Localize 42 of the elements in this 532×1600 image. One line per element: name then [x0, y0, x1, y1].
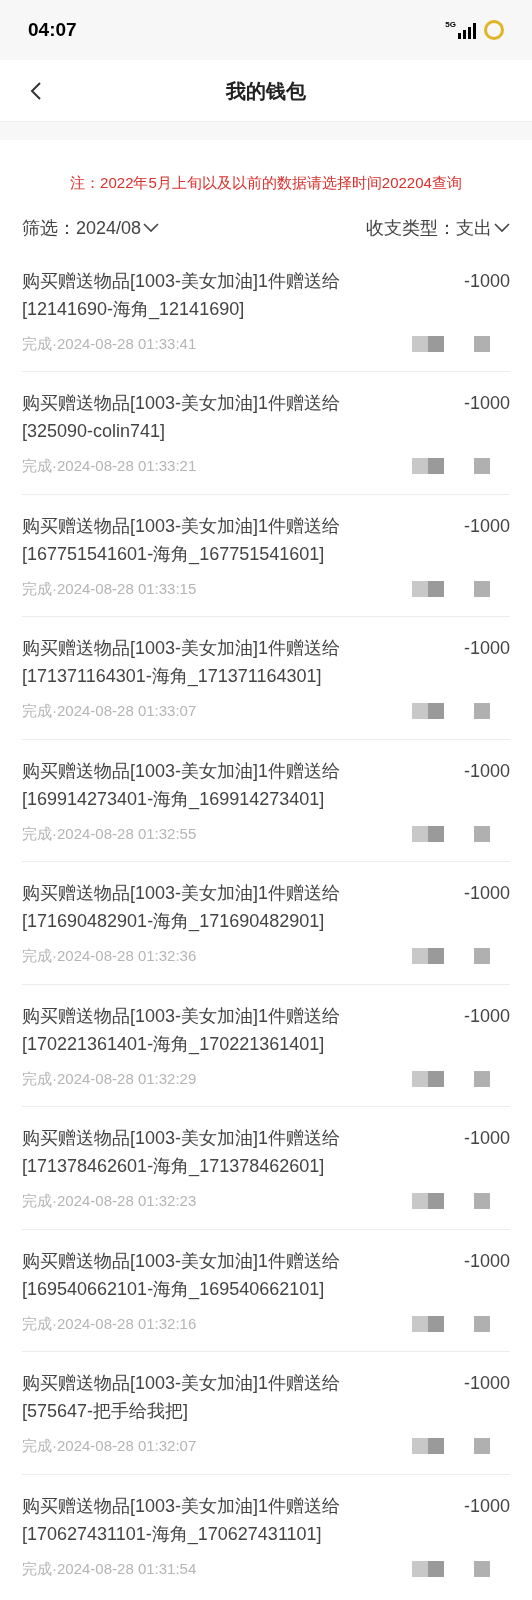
- transaction-amount: -1000: [463, 759, 510, 783]
- chevron-down-icon: [494, 223, 510, 233]
- transaction-amount: -1000: [463, 269, 510, 293]
- transaction-status: 完成·2024-08-28 01:32:16: [22, 1313, 197, 1334]
- transaction-description: 购买赠送物品[1003-美女加油]1件赠送给[170221361401-海角_170221361401]: [22, 1004, 342, 1057]
- transaction-amount: -1000: [463, 1494, 510, 1518]
- transaction-status: 完成·2024-08-28 01:33:07: [22, 701, 197, 721]
- transaction-amount: -1000: [463, 514, 510, 538]
- transaction-description: 购买赠送物品[1003-美女加油]1件赠送给[171378462601-海角_171378462601]: [22, 1127, 342, 1179]
- transaction-status: 完成·2024-08-28 01:32:23: [22, 1191, 197, 1211]
- filter-dropdown[interactable]: 收支类型：支出: [366, 214, 510, 242]
- transaction-amount: -1000: [463, 637, 510, 660]
- transaction-status: 完成·2024-08-28 01:32:55: [22, 823, 197, 844]
- transaction-amount: -1000: [463, 1372, 510, 1395]
- transaction-status: 完成·2024-08-28 01:33:41: [22, 333, 197, 354]
- transaction-description: 购买赠送物品[1003-美女加油]1件赠送给[171371164301-海角_171371164301]: [22, 637, 342, 689]
- status-time: 04:07: [28, 17, 77, 42]
- transaction-description: 购买赠送物品[1003-美女加油]1件赠送给[169540662101-海角_169540662101]: [22, 1249, 342, 1302]
- transaction-status: 完成·2024-08-28 01:32:07: [22, 1436, 197, 1456]
- transaction-status: 完成·2024-08-28 01:31:54: [22, 1558, 197, 1579]
- transaction-status: 完成·2024-08-28 01:33:21: [22, 456, 197, 476]
- battery-ring-icon: [484, 20, 504, 40]
- transaction-amount: -1000: [463, 882, 510, 905]
- transaction-amount: -1000: [463, 1127, 510, 1150]
- chevron-down-icon: [143, 223, 160, 233]
- transaction-status: 完成·2024-08-28 01:32:36: [22, 946, 197, 966]
- notice-text: 注：2022年5月上旬以及以前的数据请选择时间202204查询: [69, 173, 463, 193]
- transaction-amount: -1000: [463, 1249, 510, 1273]
- transaction-status: 完成·2024-08-28 01:32:29: [22, 1068, 197, 1089]
- transaction-status: 完成·2024-08-28 01:33:15: [22, 578, 197, 599]
- transaction-description: 购买赠送物品[1003-美女加油]1件赠送给[325090-colin741]: [22, 392, 342, 443]
- transaction-description: 购买赠送物品[1003-美女加油]1件赠送给[12141690-海角_12141690]: [22, 269, 342, 322]
- transaction-amount: -1000: [463, 1004, 510, 1028]
- transaction-description: 购买赠送物品[1003-美女加油]1件赠送给[575647-把手给我把]: [22, 1372, 342, 1423]
- filter-dropdown[interactable]: 筛选：2024/08: [22, 214, 160, 242]
- page-title: 我的钱包: [226, 78, 306, 104]
- back-icon[interactable]: [30, 80, 42, 101]
- transaction-description: 购买赠送物品[1003-美女加油]1件赠送给[170627431101-海角_170627431101]: [22, 1494, 342, 1547]
- transaction-description: 购买赠送物品[1003-美女加油]1件赠送给[171690482901-海角_171690482901]: [22, 882, 342, 934]
- transaction-description: 购买赠送物品[1003-美女加油]1件赠送给[167751541601-海角_167751541601]: [22, 514, 342, 567]
- transaction-amount: -1000: [463, 392, 510, 415]
- transaction-description: 购买赠送物品[1003-美女加油]1件赠送给[169914273401-海角_169914273401]: [22, 759, 342, 812]
